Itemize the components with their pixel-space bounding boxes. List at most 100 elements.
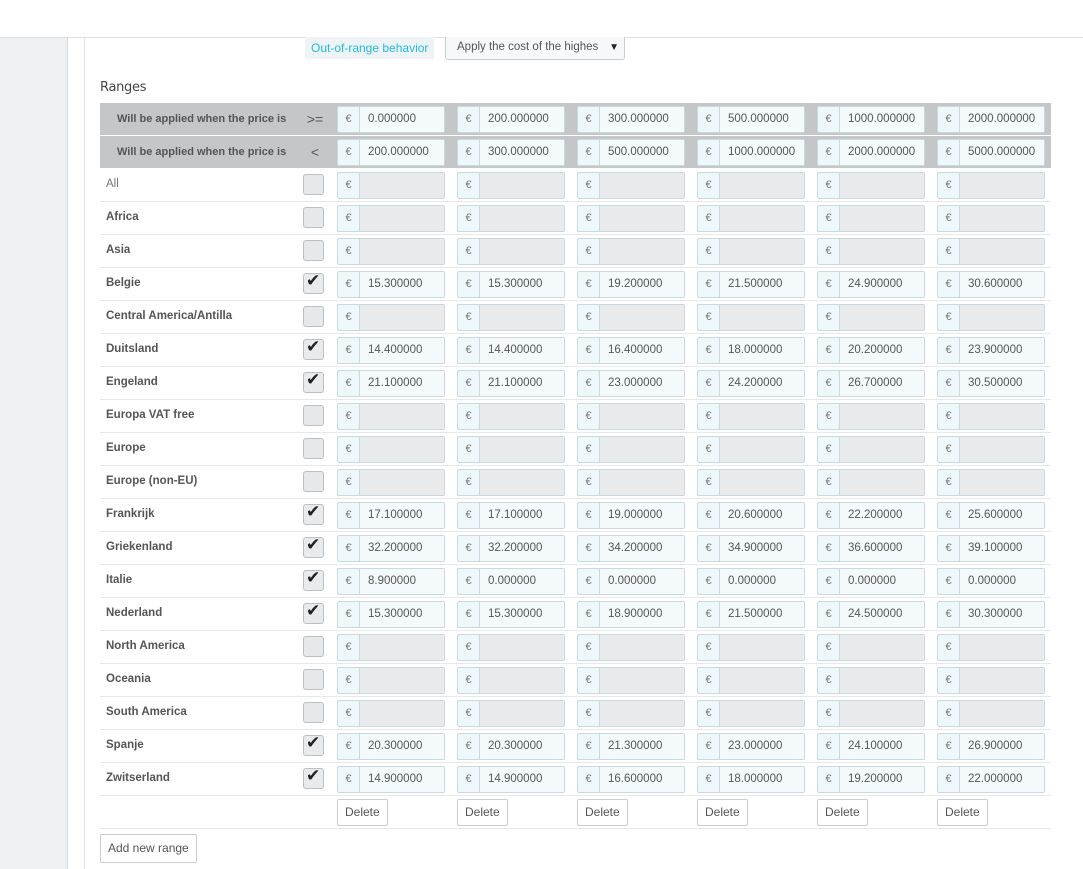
price-input-value[interactable]: 15.300000 — [480, 272, 564, 297]
zone-price-input[interactable]: €17.100000 — [457, 502, 565, 529]
price-input-value[interactable] — [960, 668, 1044, 693]
price-input-value[interactable] — [600, 635, 684, 660]
zone-price-input[interactable]: €21.500000 — [697, 601, 805, 628]
zone-price-input[interactable]: € — [817, 304, 925, 331]
price-input-value[interactable] — [480, 404, 564, 429]
zone-price-input[interactable]: € — [697, 205, 805, 232]
zone-checkbox[interactable]: ✔ — [303, 271, 324, 294]
price-input-value[interactable]: 14.400000 — [480, 338, 564, 363]
price-input-value[interactable] — [360, 206, 444, 231]
zone-checkbox[interactable]: ✔ — [303, 207, 324, 228]
zone-price-input[interactable]: € — [817, 634, 925, 661]
zone-checkbox[interactable]: ✔ — [303, 405, 324, 426]
zone-price-input[interactable]: € — [457, 469, 565, 496]
price-input-value[interactable]: 14.900000 — [360, 767, 444, 792]
price-input-value[interactable] — [960, 404, 1044, 429]
zone-price-input[interactable]: €17.100000 — [337, 502, 445, 529]
range-limit-input[interactable]: €300.000000 — [577, 106, 685, 133]
price-input-value[interactable]: 34.900000 — [720, 536, 804, 561]
price-input-value[interactable]: 20.200000 — [840, 338, 924, 363]
zone-checkbox[interactable]: ✔ — [303, 174, 324, 195]
price-input-value[interactable]: 21.300000 — [600, 734, 684, 759]
zone-price-input[interactable]: € — [937, 238, 1045, 265]
zone-price-input[interactable]: € — [697, 172, 805, 199]
zone-price-input[interactable]: € — [457, 304, 565, 331]
zone-price-input[interactable]: € — [577, 403, 685, 430]
zone-price-input[interactable]: € — [577, 634, 685, 661]
zone-price-input[interactable]: € — [457, 172, 565, 199]
price-input-value[interactable] — [360, 305, 444, 330]
zone-price-input[interactable]: €15.300000 — [457, 271, 565, 298]
zone-price-input[interactable]: € — [817, 436, 925, 463]
price-input-value[interactable]: 19.200000 — [600, 272, 684, 297]
zone-price-input[interactable]: € — [337, 469, 445, 496]
zone-price-input[interactable]: € — [817, 700, 925, 727]
price-input-value[interactable]: 0.000000 — [600, 569, 684, 594]
zone-price-input[interactable]: € — [577, 469, 685, 496]
delete-range-button[interactable]: Delete — [457, 799, 508, 826]
zone-price-input[interactable]: € — [937, 403, 1045, 430]
zone-price-input[interactable]: € — [457, 436, 565, 463]
price-input-value[interactable]: 21.100000 — [360, 371, 444, 396]
zone-price-input[interactable]: €24.900000 — [817, 271, 925, 298]
price-input-value[interactable] — [840, 173, 924, 198]
price-input-value[interactable] — [480, 701, 564, 726]
zone-price-input[interactable]: €18.000000 — [697, 766, 805, 793]
price-input-value[interactable]: 16.600000 — [600, 767, 684, 792]
price-input-value[interactable] — [360, 239, 444, 264]
zone-price-input[interactable]: € — [577, 205, 685, 232]
zone-price-input[interactable]: €30.500000 — [937, 370, 1045, 397]
zone-price-input[interactable]: € — [337, 634, 445, 661]
range-limit-input[interactable]: €1000.000000 — [697, 139, 805, 166]
zone-price-input[interactable]: € — [937, 634, 1045, 661]
price-input-value[interactable]: 15.300000 — [360, 272, 444, 297]
zone-price-input[interactable]: €20.600000 — [697, 502, 805, 529]
price-input-value[interactable]: 20.300000 — [480, 734, 564, 759]
delete-range-button[interactable]: Delete — [937, 799, 988, 826]
price-input-value[interactable]: 15.300000 — [360, 602, 444, 627]
price-input-value[interactable] — [600, 173, 684, 198]
zone-price-input[interactable]: € — [697, 700, 805, 727]
price-input-value[interactable]: 17.100000 — [480, 503, 564, 528]
price-input-value[interactable]: 0.000000 — [480, 569, 564, 594]
zone-price-input[interactable]: € — [457, 700, 565, 727]
price-input-value[interactable]: 30.300000 — [960, 602, 1044, 627]
zone-price-input[interactable]: € — [697, 436, 805, 463]
zone-price-input[interactable]: €22.200000 — [817, 502, 925, 529]
price-input-value[interactable]: 17.100000 — [360, 503, 444, 528]
zone-price-input[interactable]: € — [337, 667, 445, 694]
zone-checkbox[interactable]: ✔ — [303, 601, 324, 624]
zone-price-input[interactable]: €20.300000 — [337, 733, 445, 760]
price-input-value[interactable]: 5000.000000 — [960, 140, 1044, 165]
zone-price-input[interactable]: €20.300000 — [457, 733, 565, 760]
zone-price-input[interactable]: € — [457, 634, 565, 661]
zone-price-input[interactable]: € — [697, 403, 805, 430]
zone-price-input[interactable]: €15.300000 — [337, 271, 445, 298]
zone-price-input[interactable]: €19.000000 — [577, 502, 685, 529]
price-input-value[interactable]: 300.000000 — [600, 107, 684, 132]
price-input-value[interactable] — [720, 470, 804, 495]
zone-price-input[interactable]: €14.900000 — [337, 766, 445, 793]
zone-price-input[interactable]: €25.600000 — [937, 502, 1045, 529]
price-input-value[interactable] — [600, 701, 684, 726]
price-input-value[interactable] — [960, 239, 1044, 264]
price-input-value[interactable]: 2000.000000 — [840, 140, 924, 165]
zone-price-input[interactable]: €23.000000 — [577, 370, 685, 397]
price-input-value[interactable] — [360, 404, 444, 429]
zone-price-input[interactable]: € — [337, 436, 445, 463]
price-input-value[interactable] — [840, 668, 924, 693]
zone-price-input[interactable]: € — [817, 172, 925, 199]
zone-price-input[interactable]: €21.100000 — [457, 370, 565, 397]
price-input-value[interactable] — [840, 404, 924, 429]
range-limit-input[interactable]: €2000.000000 — [817, 139, 925, 166]
price-input-value[interactable] — [480, 437, 564, 462]
zone-price-input[interactable]: €0.000000 — [577, 568, 685, 595]
zone-checkbox[interactable]: ✔ — [303, 702, 324, 723]
price-input-value[interactable]: 22.000000 — [960, 767, 1044, 792]
zone-price-input[interactable]: €16.600000 — [577, 766, 685, 793]
zone-price-input[interactable]: €32.200000 — [337, 535, 445, 562]
delete-range-button[interactable]: Delete — [817, 799, 868, 826]
zone-price-input[interactable]: € — [937, 304, 1045, 331]
zone-price-input[interactable]: € — [577, 700, 685, 727]
zone-price-input[interactable]: €21.300000 — [577, 733, 685, 760]
